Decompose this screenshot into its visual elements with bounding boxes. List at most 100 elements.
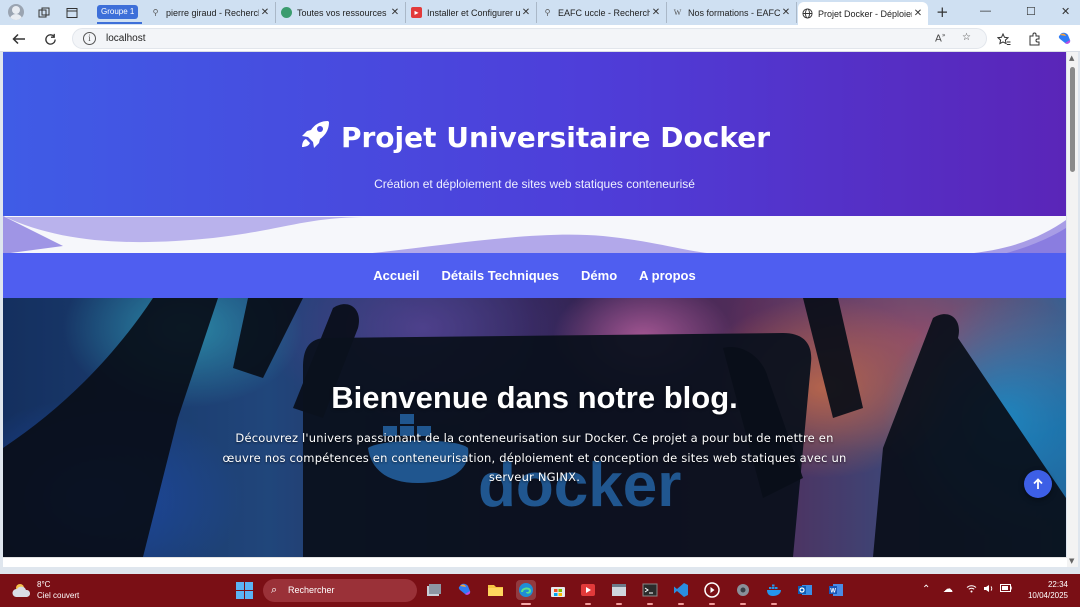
cloudy-weather-icon (12, 584, 31, 597)
nav-details-techniques[interactable]: Détails Techniques (442, 268, 560, 283)
tab-projet-docker[interactable]: Projet Docker - Déploiement ✕ (798, 2, 928, 25)
nav-accueil[interactable]: Accueil (373, 268, 419, 283)
favorite-star-icon[interactable]: ☆ (962, 32, 971, 43)
volume-icon[interactable] (983, 584, 994, 596)
read-aloud-icon[interactable]: A» (935, 32, 946, 44)
system-clock[interactable]: 22:34 10/04/2025 (1018, 579, 1068, 601)
tab-label: Nos formations - EAFC (688, 7, 780, 18)
tab-group-label[interactable]: Groupe 1 (97, 5, 139, 19)
close-window-button[interactable]: ✕ (1061, 5, 1070, 18)
copilot-icon[interactable] (1056, 30, 1074, 48)
explorer-app-icon[interactable] (485, 580, 505, 600)
site-header: Projet Universitaire Docker Création et … (3, 52, 1066, 217)
arrow-up-icon (1033, 478, 1043, 489)
new-tab-button[interactable]: + (936, 3, 949, 21)
vscode-app-icon[interactable] (671, 580, 691, 605)
taskbar-search[interactable]: ⌕ Rechercher (263, 579, 417, 602)
extensions-icon[interactable] (1026, 30, 1044, 48)
site-title: Projet Universitaire Docker (3, 118, 1066, 157)
back-icon[interactable] (10, 30, 28, 48)
close-icon[interactable]: ✕ (650, 7, 662, 18)
site-info-icon[interactable]: i (83, 32, 96, 45)
main-nav: Accueil Détails Techniques Démo A propos (3, 253, 1066, 298)
search-icon: ⚲ (152, 8, 159, 17)
nav-demo[interactable]: Démo (581, 268, 617, 283)
youtube-icon: ▸ (411, 7, 422, 18)
wifi-icon[interactable] (966, 584, 977, 596)
tab-group-underline (97, 22, 142, 24)
outlook-app-icon[interactable] (795, 580, 815, 600)
hero-overlay (3, 298, 1066, 557)
tab-installer[interactable]: ▸ Installer et Configurer un ✕ (407, 2, 537, 23)
tab-label: Toutes vos ressources sur (297, 7, 389, 18)
nav-a-propos[interactable]: A propos (639, 268, 696, 283)
scroll-down-icon[interactable]: ▼ (1069, 557, 1074, 565)
taskbar-search-placeholder: Rechercher (288, 585, 335, 595)
rocket-icon (299, 118, 331, 157)
hero-section: docker Bienvenue dans notre blog. Découv… (3, 298, 1066, 557)
terminal-app-icon[interactable] (609, 580, 629, 605)
tab-eafc-recherche[interactable]: ⚲ EAFC uccle - Recherche ✕ (538, 2, 667, 23)
tab-formations[interactable]: W Nos formations - EAFC ✕ (668, 2, 797, 23)
tab-ressources[interactable]: Toutes vos ressources sur ✕ (277, 2, 406, 23)
weather-desc: Ciel couvert (37, 591, 80, 600)
header-wave (3, 216, 1066, 254)
tray-chevron-icon[interactable]: ⌃ (922, 584, 930, 595)
site-subtitle: Création et déploiement de sites web sta… (374, 177, 695, 191)
browser-toolbar: i localhost A» ☆ (0, 25, 1080, 52)
start-button[interactable] (236, 582, 253, 599)
tab-strip: Groupe 1 ⚲ pierre giraud - Recherche ✕ T… (0, 0, 1080, 25)
close-icon[interactable]: ✕ (259, 7, 271, 18)
url-text[interactable]: localhost (106, 33, 145, 44)
minimize-button[interactable]: — (980, 5, 991, 17)
site-title-text: Projet Universitaire Docker (340, 121, 771, 154)
favorites-icon[interactable] (995, 30, 1013, 48)
close-icon[interactable]: ✕ (520, 7, 532, 18)
media-app-icon[interactable] (578, 580, 598, 605)
wiki-icon: W (673, 8, 682, 17)
file-manager-app-icon[interactable] (424, 580, 444, 600)
page-viewport: Projet Universitaire Docker Création et … (3, 52, 1066, 557)
page-bottom-edge (3, 557, 1067, 567)
address-bar[interactable]: i localhost A» ☆ (72, 28, 987, 49)
maximize-button[interactable]: ☐ (1026, 5, 1036, 18)
globe-icon (281, 7, 292, 18)
vertical-scrollbar[interactable]: ▲ ▼ (1067, 52, 1078, 567)
workspaces-icon[interactable] (35, 4, 53, 21)
hero-title: Bienvenue dans notre blog. (331, 380, 738, 415)
tab-label: EAFC uccle - Recherche (558, 7, 650, 18)
battery-icon[interactable] (1000, 584, 1012, 595)
settings-app-icon[interactable] (733, 580, 753, 605)
tab-label: Projet Docker - Déploiement (818, 8, 912, 19)
onedrive-cloud-icon[interactable]: ☁ (943, 584, 953, 595)
close-icon[interactable]: ✕ (912, 8, 924, 19)
svg-text:W: W (830, 589, 836, 595)
tab-label: Installer et Configurer un (427, 7, 520, 18)
globe-icon (802, 8, 813, 19)
profile-avatar[interactable] (8, 4, 24, 20)
hero-text: Découvrez l'univers passionant de la con… (222, 431, 847, 484)
search-icon: ⚲ (544, 8, 551, 17)
word-app-icon[interactable]: W (826, 580, 846, 600)
store-app-icon[interactable] (548, 580, 568, 600)
scroll-to-top-button[interactable] (1024, 470, 1052, 498)
weather-temp: 8°C (37, 580, 51, 589)
taskbar: 8°C Ciel couvert ⌕ Rechercher W ⌃ ☁ 22:3… (0, 574, 1080, 607)
search-icon: ⌕ (271, 583, 278, 596)
edge-app-icon[interactable] (516, 580, 536, 605)
weather-widget[interactable]: 8°C Ciel couvert (12, 580, 92, 602)
close-icon[interactable]: ✕ (389, 7, 401, 18)
scrollbar-thumb[interactable] (1070, 67, 1075, 172)
copilot-app-icon[interactable] (455, 580, 475, 600)
docker-app-icon[interactable] (764, 580, 784, 605)
clock-time: 22:34 (1047, 580, 1068, 589)
console-app-icon[interactable] (640, 580, 660, 605)
close-icon[interactable]: ✕ (780, 7, 792, 18)
refresh-icon[interactable] (41, 30, 59, 48)
tab-actions-icon[interactable] (63, 4, 81, 21)
scroll-up-icon[interactable]: ▲ (1069, 54, 1074, 62)
tab-label: pierre giraud - Recherche (166, 7, 259, 18)
player-app-icon[interactable] (702, 580, 722, 605)
clock-date: 10/04/2025 (1027, 591, 1068, 600)
tab-pierre-giraud[interactable]: ⚲ pierre giraud - Recherche ✕ (146, 2, 276, 23)
